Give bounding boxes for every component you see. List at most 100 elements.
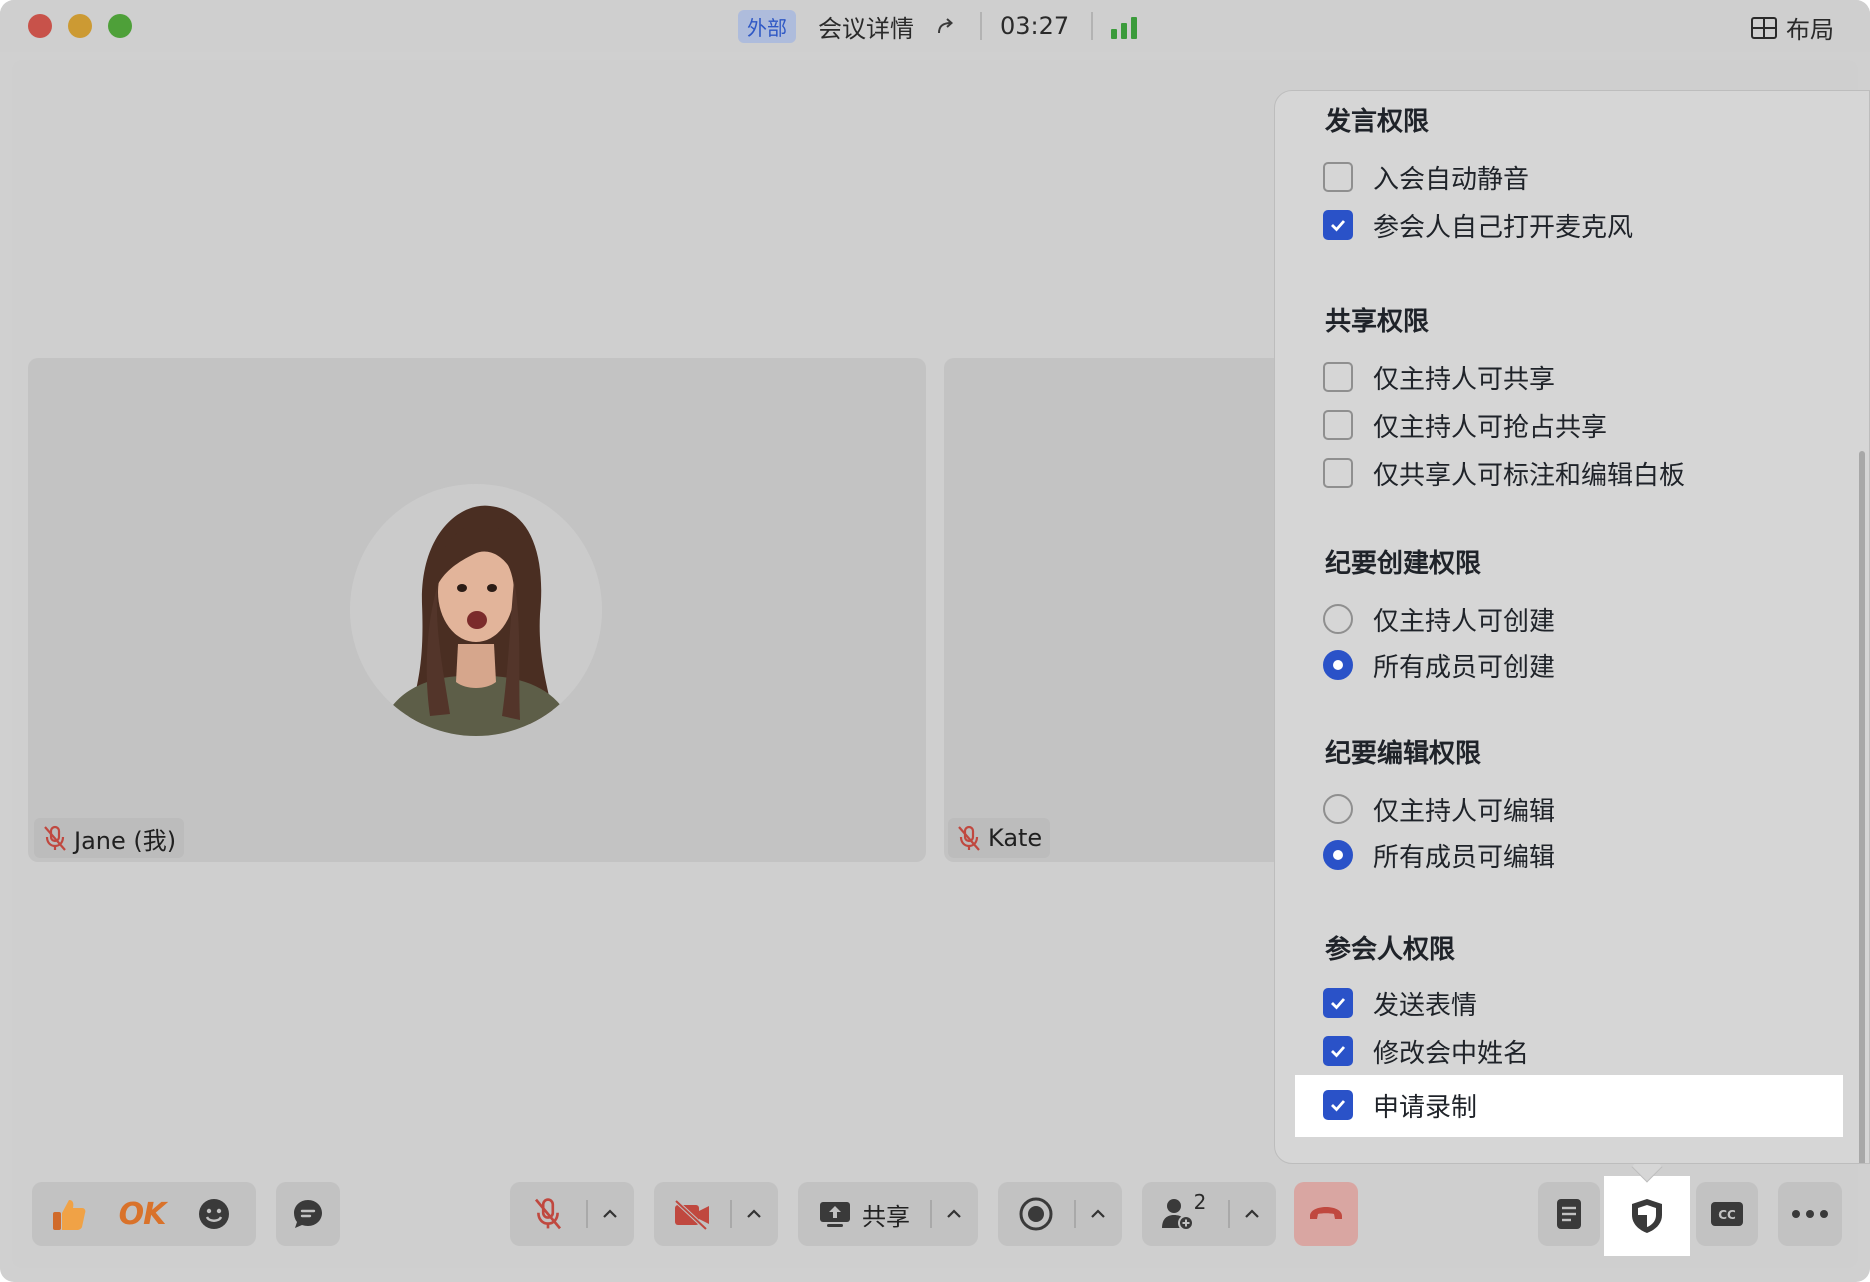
layout-label: 布局	[1786, 16, 1834, 44]
checkbox[interactable]	[1323, 1090, 1353, 1120]
mic-options-button[interactable]	[588, 1182, 632, 1246]
mic-muted-icon	[534, 1198, 562, 1230]
option-request-recording[interactable]: 申请录制	[1323, 1087, 1477, 1123]
option-all-members-edit[interactable]: 所有成员可编辑	[1323, 837, 1555, 873]
option-sharer-only-annotate[interactable]: 仅共享人可标注和编辑白板	[1323, 455, 1685, 491]
checkbox[interactable]	[1323, 362, 1353, 392]
option-label: 仅主持人可创建	[1373, 606, 1556, 637]
radio-button[interactable]	[1323, 604, 1353, 634]
closed-captions-icon: CC	[1711, 1202, 1743, 1226]
captions-button[interactable]: CC	[1696, 1182, 1758, 1246]
ok-reaction-label: OK	[118, 1196, 167, 1232]
avatar	[350, 484, 602, 736]
panel-scrollbar[interactable]	[1859, 451, 1865, 1163]
option-all-members-create[interactable]: 所有成员可创建	[1323, 647, 1555, 683]
record-options-button[interactable]	[1076, 1182, 1120, 1246]
microphone-control	[510, 1182, 634, 1246]
record-control	[998, 1182, 1122, 1246]
chevron-up-icon	[603, 1209, 617, 1218]
minutes-button[interactable]	[1538, 1182, 1600, 1246]
option-host-only-takeover-share[interactable]: 仅主持人可抢占共享	[1323, 407, 1607, 443]
camera-options-button[interactable]	[732, 1182, 776, 1246]
layout-button[interactable]: 布局	[1750, 10, 1834, 45]
mute-toggle-button[interactable]	[510, 1182, 586, 1246]
share-options-button[interactable]	[932, 1182, 976, 1246]
checkbox[interactable]	[1323, 1036, 1353, 1066]
checkbox[interactable]	[1323, 410, 1353, 440]
option-label: 仅主持人可共享	[1373, 364, 1556, 395]
chevron-up-icon	[947, 1209, 961, 1218]
chevron-up-icon	[1091, 1209, 1105, 1218]
section-title-speak: 发言权限	[1325, 107, 1430, 137]
security-permissions-panel: 发言权限 入会自动静音 参会人自己打开麦克风 共享权限 仅主持人可共享 仅主持人…	[1274, 90, 1870, 1164]
option-label: 仅共享人可标注和编辑白板	[1373, 460, 1686, 491]
checkmark-icon	[1331, 220, 1346, 232]
option-label: 所有成员可编辑	[1373, 842, 1556, 873]
share-meeting-icon[interactable]	[934, 14, 958, 38]
participants-button[interactable]: 2	[1142, 1182, 1228, 1246]
record-icon	[1019, 1197, 1053, 1231]
checkbox[interactable]	[1323, 458, 1353, 488]
option-send-reactions[interactable]: 发送表情	[1323, 985, 1477, 1021]
add-participant-icon	[1161, 1199, 1194, 1231]
checkmark-icon	[1331, 1046, 1346, 1058]
emoji-picker-button[interactable]	[178, 1182, 250, 1246]
option-host-only-share[interactable]: 仅主持人可共享	[1323, 359, 1555, 395]
option-label: 入会自动静音	[1373, 164, 1530, 195]
leave-meeting-button[interactable]	[1294, 1182, 1358, 1246]
checkmark-icon	[1331, 998, 1346, 1010]
reactions-group: OK	[32, 1182, 256, 1246]
ok-reaction-button[interactable]: OK	[106, 1182, 178, 1246]
participants-control: 2	[1142, 1182, 1276, 1246]
chat-button[interactable]	[276, 1182, 340, 1246]
camera-off-icon	[674, 1199, 709, 1231]
minimize-window-button[interactable]	[68, 14, 92, 38]
radio-button[interactable]	[1323, 840, 1353, 870]
meeting-timer: 03:27	[1000, 12, 1070, 40]
section-title-attendee: 参会人权限	[1325, 935, 1456, 965]
participant-nametag: Kate	[948, 818, 1051, 858]
option-label: 修改会中姓名	[1373, 1038, 1530, 1069]
chevron-up-icon	[1245, 1209, 1259, 1218]
camera-control	[654, 1182, 778, 1246]
thumbs-up-reaction-button[interactable]	[32, 1182, 106, 1246]
network-signal-icon[interactable]	[1111, 13, 1141, 39]
option-label: 发送表情	[1373, 990, 1478, 1021]
title-bar: 外部 会议详情 03:27 布局	[0, 0, 1870, 52]
participant-photo	[350, 484, 602, 736]
zoom-window-button[interactable]	[108, 14, 132, 38]
document-icon	[1557, 1199, 1581, 1229]
meeting-details-link[interactable]: 会议详情	[818, 9, 914, 44]
option-label: 仅主持人可编辑	[1373, 796, 1556, 827]
record-button[interactable]	[998, 1182, 1074, 1246]
smiley-icon	[199, 1199, 229, 1229]
close-window-button[interactable]	[28, 14, 52, 38]
option-label: 申请录制	[1373, 1092, 1478, 1123]
option-label: 仅主持人可抢占共享	[1373, 412, 1608, 443]
option-host-only-create[interactable]: 仅主持人可创建	[1323, 601, 1555, 637]
shield-icon	[1632, 1199, 1662, 1233]
security-button[interactable]	[1604, 1176, 1690, 1256]
participant-nametag: Jane (我)	[34, 818, 185, 858]
more-options-button[interactable]	[1778, 1182, 1842, 1246]
checkbox[interactable]	[1323, 988, 1353, 1018]
option-host-only-edit[interactable]: 仅主持人可编辑	[1323, 791, 1555, 827]
participant-name: Jane (我)	[74, 826, 177, 855]
share-screen-button[interactable]: 共享	[798, 1182, 930, 1246]
participants-options-button[interactable]	[1230, 1182, 1274, 1246]
participant-count: 2	[1193, 1190, 1207, 1214]
divider	[980, 12, 982, 40]
checkbox[interactable]	[1323, 162, 1353, 192]
option-self-unmute[interactable]: 参会人自己打开麦克风	[1323, 207, 1633, 243]
option-auto-mute-on-join[interactable]: 入会自动静音	[1323, 159, 1529, 195]
external-badge: 外部	[738, 9, 796, 43]
mic-muted-icon	[44, 825, 66, 851]
option-label: 参会人自己打开麦克风	[1373, 212, 1634, 243]
checkbox[interactable]	[1323, 210, 1353, 240]
radio-button[interactable]	[1323, 794, 1353, 824]
meeting-info: 外部 会议详情 03:27	[738, 9, 1141, 44]
share-label: 共享	[862, 1202, 910, 1231]
option-rename-in-meeting[interactable]: 修改会中姓名	[1323, 1033, 1529, 1069]
radio-button[interactable]	[1323, 650, 1353, 680]
camera-toggle-button[interactable]	[654, 1182, 730, 1246]
